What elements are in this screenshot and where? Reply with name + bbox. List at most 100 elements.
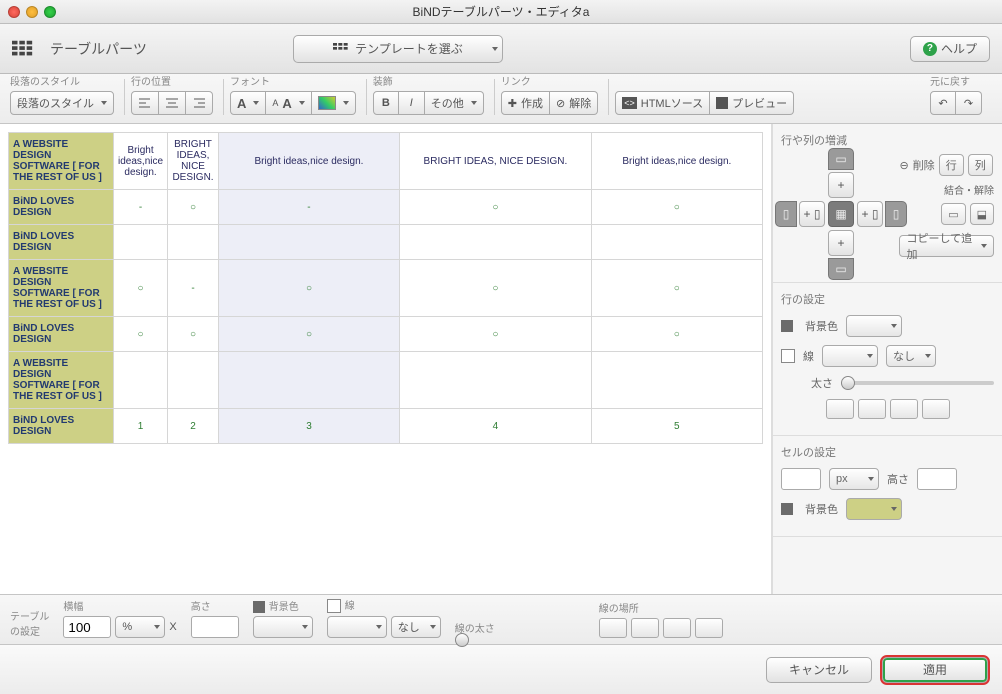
table-line-style-select[interactable]: なし <box>391 616 441 638</box>
border-pos-2[interactable] <box>858 399 886 419</box>
merge-button[interactable]: ▭ <box>941 203 965 225</box>
table-width-unit[interactable]: % <box>115 616 165 638</box>
cell[interactable] <box>218 225 399 260</box>
align-right-button[interactable] <box>186 91 213 115</box>
table-row[interactable]: BiND LOVES DESIGN <box>9 225 763 260</box>
bold-button[interactable]: B <box>373 91 399 115</box>
add-col-right-outer[interactable]: ▯ <box>885 201 907 227</box>
cell[interactable]: 2 <box>168 409 219 444</box>
slider-knob[interactable] <box>455 633 469 647</box>
row-header[interactable]: A WEBSITE DESIGN SOFTWARE [ FOR THE REST… <box>9 133 114 190</box>
cell[interactable]: BRIGHT IDEAS, NICE DESIGN. <box>168 133 219 190</box>
row-header[interactable]: A WEBSITE DESIGN SOFTWARE [ FOR THE REST… <box>9 260 114 317</box>
cell[interactable] <box>168 352 219 409</box>
link-release-button[interactable]: ⊘解除 <box>550 91 598 115</box>
table-line-color-select[interactable] <box>327 616 387 638</box>
cell[interactable]: Bright ideas,nice design. <box>591 133 762 190</box>
cell[interactable]: ○ <box>168 190 219 225</box>
cell[interactable] <box>113 352 167 409</box>
cell[interactable] <box>591 225 762 260</box>
cell[interactable]: - <box>218 190 399 225</box>
border-pos-1[interactable] <box>826 399 854 419</box>
cell[interactable]: - <box>113 190 167 225</box>
cancel-button[interactable]: キャンセル <box>766 657 872 683</box>
row-header[interactable]: BiND LOVES DESIGN <box>9 317 114 352</box>
redo-button[interactable]: ↷ <box>956 91 982 115</box>
table-row[interactable]: A WEBSITE DESIGN SOFTWARE [ FOR THE REST… <box>9 260 763 317</box>
table-row[interactable]: BiND LOVES DESIGN○○○○○ <box>9 317 763 352</box>
cell[interactable] <box>591 352 762 409</box>
para-style-select[interactable]: 段落のスタイル <box>10 91 114 115</box>
table-border-pos-2[interactable] <box>631 618 659 638</box>
table-height-input[interactable] <box>191 616 239 638</box>
table-border-pos-1[interactable] <box>599 618 627 638</box>
link-create-button[interactable]: ✚作成 <box>501 91 550 115</box>
border-pos-4[interactable] <box>922 399 950 419</box>
cell[interactable]: ○ <box>113 317 167 352</box>
row-line-style-select[interactable]: なし <box>886 345 936 367</box>
data-table[interactable]: A WEBSITE DESIGN SOFTWARE [ FOR THE REST… <box>8 132 763 444</box>
split-button[interactable]: ⬓ <box>970 203 994 225</box>
close-icon[interactable] <box>8 6 20 18</box>
cell[interactable] <box>400 225 591 260</box>
table-row[interactable]: A WEBSITE DESIGN SOFTWARE [ FOR THE REST… <box>9 352 763 409</box>
canvas[interactable]: A WEBSITE DESIGN SOFTWARE [ FOR THE REST… <box>0 124 772 594</box>
cell[interactable]: ○ <box>400 317 591 352</box>
cell[interactable]: 1 <box>113 409 167 444</box>
table-row[interactable]: A WEBSITE DESIGN SOFTWARE [ FOR THE REST… <box>9 133 763 190</box>
minimize-icon[interactable] <box>26 6 38 18</box>
table-border-pos-3[interactable] <box>663 618 691 638</box>
cell[interactable]: BRIGHT IDEAS, NICE DESIGN. <box>400 133 591 190</box>
template-button[interactable]: テンプレートを選ぶ <box>293 35 503 63</box>
row-header[interactable]: BiND LOVES DESIGN <box>9 190 114 225</box>
cell-unit-select[interactable]: px <box>829 468 879 490</box>
preview-button[interactable]: プレビュー <box>710 91 794 115</box>
deco-other-select[interactable]: その他 <box>425 91 484 115</box>
copy-add-button[interactable]: コピーして追加 <box>899 235 994 257</box>
undo-button[interactable]: ↶ <box>930 91 956 115</box>
add-row-below[interactable]: + <box>828 230 854 256</box>
apply-button[interactable]: 適用 <box>882 657 988 683</box>
cell[interactable]: 3 <box>218 409 399 444</box>
row-line-color-select[interactable] <box>822 345 878 367</box>
table-border-pos-4[interactable] <box>695 618 723 638</box>
cell[interactable]: ○ <box>218 260 399 317</box>
cell[interactable]: ○ <box>400 260 591 317</box>
cell-height-input[interactable] <box>917 468 957 490</box>
font-family-select[interactable]: A <box>230 91 266 115</box>
add-row-above[interactable]: + <box>828 172 854 198</box>
delete-row-button[interactable]: 行 <box>939 154 964 176</box>
cell[interactable]: ○ <box>591 190 762 225</box>
delete-col-button[interactable]: 列 <box>968 154 993 176</box>
align-left-button[interactable] <box>131 91 159 115</box>
table-row[interactable]: BiND LOVES DESIGN12345 <box>9 409 763 444</box>
line-checkbox[interactable] <box>327 599 341 613</box>
cell[interactable]: ○ <box>591 260 762 317</box>
cell[interactable] <box>168 225 219 260</box>
html-source-button[interactable]: <>HTMLソース <box>615 91 710 115</box>
row-header[interactable]: BiND LOVES DESIGN <box>9 409 114 444</box>
cell[interactable]: - <box>168 260 219 317</box>
cell-bg-select[interactable] <box>846 498 902 520</box>
cell[interactable]: ○ <box>113 260 167 317</box>
row-header[interactable]: A WEBSITE DESIGN SOFTWARE [ FOR THE REST… <box>9 352 114 409</box>
cell[interactable]: Bright ideas,nice design. <box>218 133 399 190</box>
font-size-select[interactable]: AA <box>266 91 311 115</box>
cell[interactable] <box>218 352 399 409</box>
table-row[interactable]: BiND LOVES DESIGN-○-○○ <box>9 190 763 225</box>
cell[interactable] <box>400 352 591 409</box>
table-bg-select[interactable] <box>253 616 313 638</box>
cell[interactable]: ○ <box>168 317 219 352</box>
cell[interactable]: 4 <box>400 409 591 444</box>
table-width-input[interactable] <box>63 616 111 638</box>
slider-knob[interactable] <box>841 376 855 390</box>
italic-button[interactable]: I <box>399 91 425 115</box>
add-col-left-outer[interactable]: ▯ <box>775 201 797 227</box>
align-center-button[interactable] <box>159 91 186 115</box>
cell[interactable] <box>113 225 167 260</box>
row-thickness-slider[interactable] <box>841 381 994 385</box>
cell[interactable]: ○ <box>218 317 399 352</box>
zoom-icon[interactable] <box>44 6 56 18</box>
cell[interactable]: ○ <box>400 190 591 225</box>
border-pos-3[interactable] <box>890 399 918 419</box>
